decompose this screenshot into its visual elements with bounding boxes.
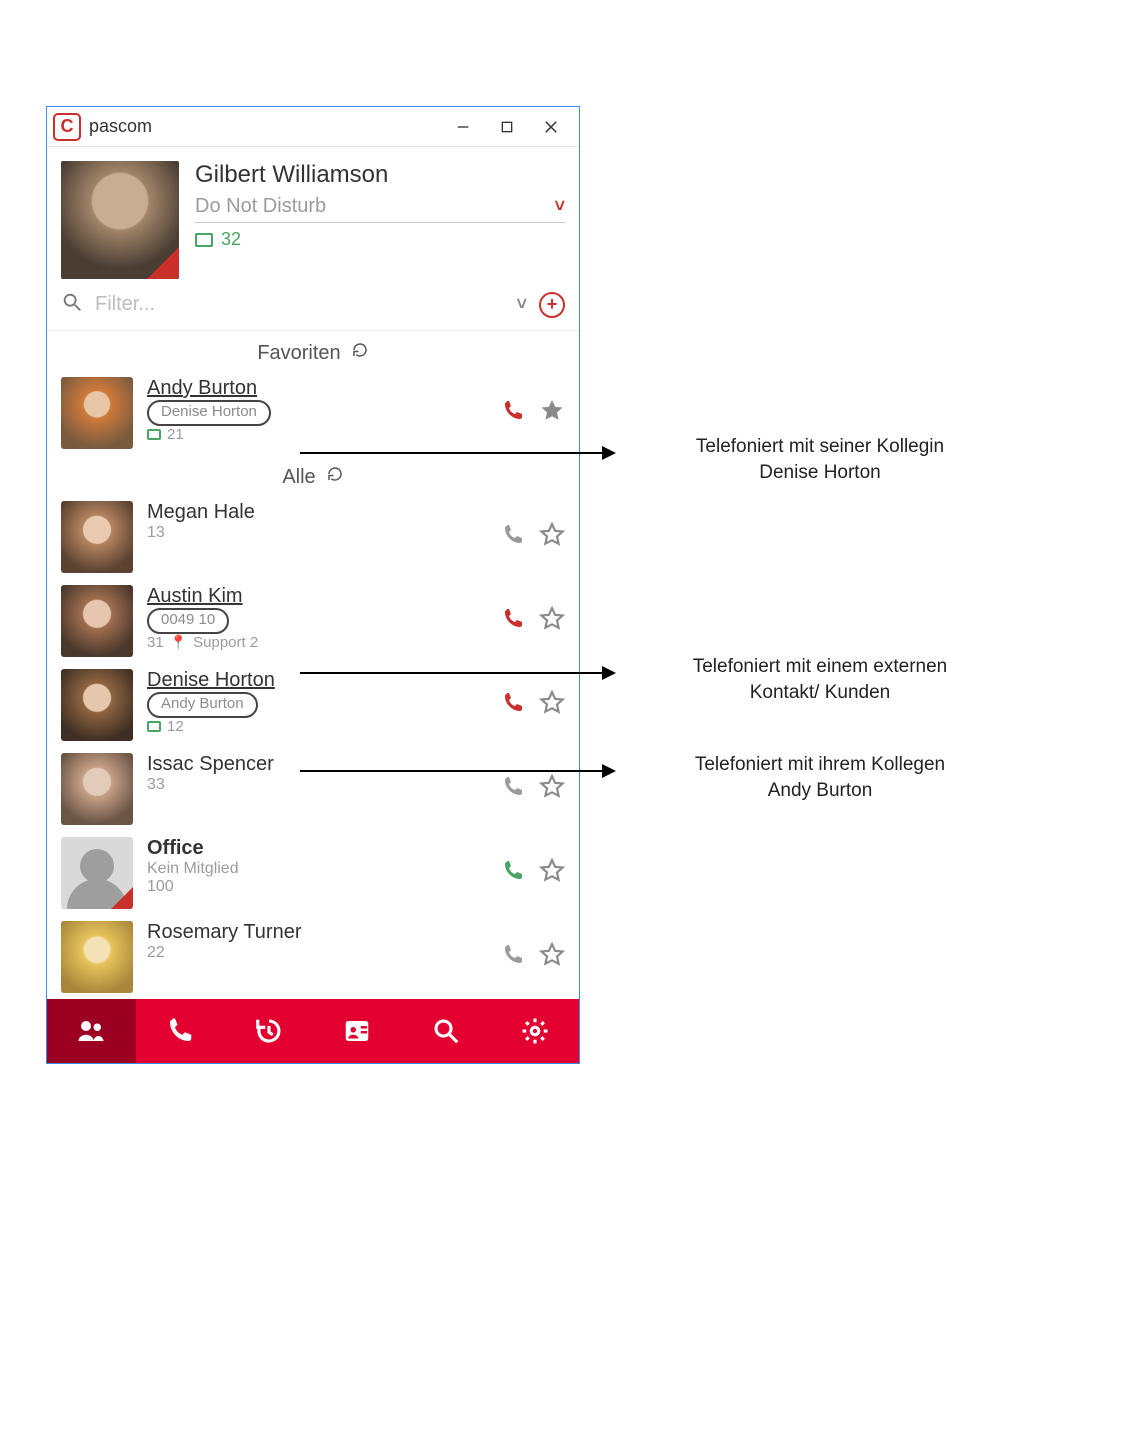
favorites-label: Favoriten bbox=[257, 342, 340, 365]
profile-avatar[interactable] bbox=[61, 161, 179, 279]
contact-name: Andy Burton bbox=[147, 377, 487, 400]
minimize-button[interactable] bbox=[441, 107, 485, 147]
calling-with-bubble: Denise Horton bbox=[147, 400, 271, 426]
contact-name: Issac Spencer bbox=[147, 753, 487, 776]
phone-icon[interactable] bbox=[501, 859, 525, 888]
contact-name: Austin Kim bbox=[147, 585, 487, 608]
star-outline-icon[interactable] bbox=[539, 942, 565, 973]
contact-sub: 100 bbox=[147, 878, 487, 896]
nav-contacts[interactable] bbox=[47, 999, 136, 1063]
contact-sub: 33 bbox=[147, 776, 487, 794]
star-outline-icon[interactable] bbox=[539, 858, 565, 889]
contact-avatar bbox=[61, 921, 133, 993]
filter-dropdown-icon[interactable]: ˅ bbox=[516, 294, 527, 315]
annotation-text: Telefoniert mit einem externenKontakt/ K… bbox=[640, 654, 1000, 705]
calling-with-bubble: 0049 10 bbox=[147, 608, 229, 634]
contact-avatar bbox=[61, 585, 133, 657]
calling-with-bubble: Andy Burton bbox=[147, 692, 258, 718]
annotation-text: Telefoniert mit seiner KolleginDenise Ho… bbox=[640, 434, 1000, 485]
nav-settings[interactable] bbox=[490, 999, 579, 1063]
phone-icon[interactable] bbox=[501, 607, 525, 636]
nav-dialer[interactable] bbox=[136, 999, 225, 1063]
bottom-nav bbox=[47, 999, 579, 1063]
star-outline-icon[interactable] bbox=[539, 774, 565, 805]
app-logo: C bbox=[53, 113, 81, 141]
titlebar: C pascom bbox=[47, 107, 579, 147]
refresh-icon[interactable] bbox=[326, 465, 344, 489]
add-button[interactable]: + bbox=[539, 292, 565, 318]
search-row: ˅ + bbox=[47, 285, 579, 331]
contact-sub: 22 bbox=[147, 944, 487, 962]
contact-row[interactable]: Issac Spencer 33 bbox=[47, 747, 579, 831]
star-outline-icon[interactable] bbox=[539, 690, 565, 721]
annotation-arrow bbox=[300, 672, 614, 674]
star-outline-icon[interactable] bbox=[539, 606, 565, 637]
contact-extension: 21 bbox=[147, 426, 487, 443]
app-window: C pascom Gilbert Williamson Do Not Distu… bbox=[46, 106, 580, 1064]
presence-icon bbox=[111, 887, 133, 909]
contact-avatar bbox=[61, 753, 133, 825]
contact-row[interactable]: Austin Kim 0049 10 31 📍 Support 2 bbox=[47, 579, 579, 663]
contact-avatar bbox=[61, 377, 133, 449]
maximize-button[interactable] bbox=[485, 107, 529, 147]
status-selector[interactable]: Do Not Disturb ˅ bbox=[195, 195, 565, 223]
profile-area: Gilbert Williamson Do Not Disturb ˅ 32 bbox=[47, 147, 579, 285]
status-text: Do Not Disturb bbox=[195, 195, 326, 218]
presence-dnd-icon bbox=[147, 247, 179, 279]
star-icon[interactable] bbox=[539, 398, 565, 429]
phone-icon[interactable] bbox=[501, 775, 525, 804]
device-icon bbox=[195, 233, 213, 247]
contact-row[interactable]: Andy Burton Denise Horton 21 bbox=[47, 371, 579, 455]
location-pin-icon: 📍 bbox=[170, 634, 187, 651]
phone-icon[interactable] bbox=[501, 399, 525, 428]
extension-row: 32 bbox=[195, 229, 565, 250]
contact-avatar bbox=[61, 669, 133, 741]
contact-row[interactable]: Office Kein Mitglied 100 bbox=[47, 831, 579, 915]
profile-name: Gilbert Williamson bbox=[195, 161, 565, 189]
annotation-text: Telefoniert mit ihrem KollegenAndy Burto… bbox=[640, 752, 1000, 803]
all-header: Alle bbox=[47, 455, 579, 495]
contact-extension: 12 bbox=[147, 718, 487, 735]
close-button[interactable] bbox=[529, 107, 573, 147]
annotation-arrow bbox=[300, 452, 614, 454]
phone-icon[interactable] bbox=[501, 943, 525, 972]
phone-icon[interactable] bbox=[501, 523, 525, 552]
contact-sub: 13 bbox=[147, 524, 487, 542]
refresh-icon[interactable] bbox=[351, 341, 369, 365]
contact-name: Office bbox=[147, 837, 487, 860]
favorites-header: Favoriten bbox=[47, 331, 579, 371]
search-icon bbox=[61, 291, 83, 318]
contact-subtitle: Kein Mitglied bbox=[147, 860, 487, 878]
chevron-down-icon: ˅ bbox=[554, 196, 565, 217]
nav-history[interactable] bbox=[224, 999, 313, 1063]
device-icon bbox=[147, 721, 161, 732]
phone-icon[interactable] bbox=[501, 691, 525, 720]
nav-search[interactable] bbox=[402, 999, 491, 1063]
contact-name: Rosemary Turner bbox=[147, 921, 487, 944]
annotation-arrow bbox=[300, 770, 614, 772]
extension-number: 32 bbox=[221, 229, 241, 250]
star-outline-icon[interactable] bbox=[539, 522, 565, 553]
contact-row[interactable]: Denise Horton Andy Burton 12 bbox=[47, 663, 579, 747]
filter-input[interactable] bbox=[95, 293, 504, 316]
contact-meta: 31 📍 Support 2 bbox=[147, 634, 487, 651]
contact-avatar bbox=[61, 837, 133, 909]
nav-phonebook[interactable] bbox=[313, 999, 402, 1063]
all-label: Alle bbox=[282, 466, 315, 489]
contact-name: Megan Hale bbox=[147, 501, 487, 524]
contact-row[interactable]: Megan Hale 13 bbox=[47, 495, 579, 579]
app-title: pascom bbox=[89, 116, 152, 137]
contact-avatar bbox=[61, 501, 133, 573]
contact-row[interactable]: Rosemary Turner 22 bbox=[47, 915, 579, 999]
device-icon bbox=[147, 429, 161, 440]
